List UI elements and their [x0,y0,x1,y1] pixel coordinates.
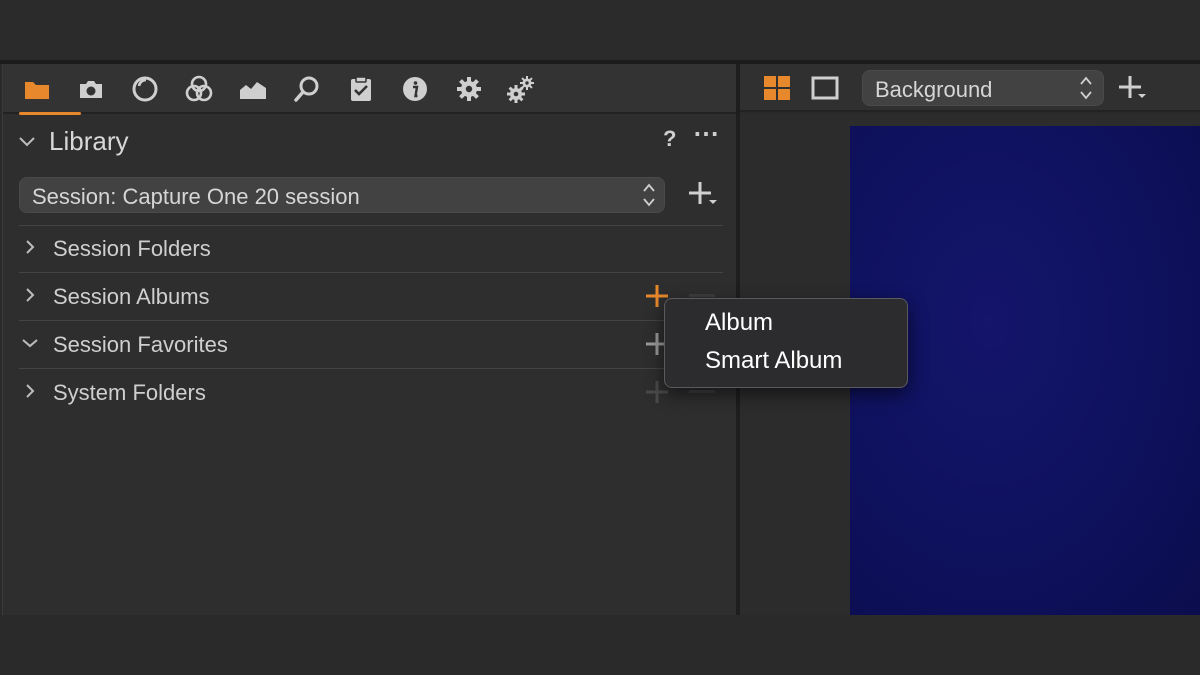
folder-icon [25,82,49,99]
session-select-value: Session: Capture One 20 session [32,184,360,209]
remove-album-button[interactable] [689,294,715,297]
clipboard-icon [351,76,371,101]
menu-item-album[interactable]: Album [705,309,773,337]
remove-system-folder-button[interactable] [689,390,715,393]
library-item-system-folders[interactable]: System Folders [3,370,737,416]
library-title: Library [49,126,129,156]
viewer-toolbar: Background [740,64,1200,112]
bottom-bar [0,615,1200,675]
add-session-button[interactable] [685,178,719,212]
exposure-icon [240,82,266,99]
tab-batch[interactable] [501,72,541,106]
library-item-session-folders[interactable]: Session Folders [3,226,737,272]
title-bar [0,0,1200,60]
library-item-label: Session Favorites [53,332,228,357]
library-item-label: System Folders [53,380,206,405]
chevron-right-icon [26,288,35,302]
tab-lens[interactable] [125,72,165,106]
grid-view-icon[interactable] [762,74,792,104]
tab-metadata[interactable] [395,72,435,106]
tab-output[interactable] [449,72,489,106]
session-select[interactable]: Session: Capture One 20 session [19,177,665,213]
separator [19,320,723,321]
gear-icon [457,77,481,101]
plus-icon [689,182,717,204]
lens-icon [132,76,158,102]
menu-item-smart-album[interactable]: Smart Album [705,347,842,375]
more-options-button[interactable]: ⋯ [693,118,720,149]
plus-icon [1119,76,1146,98]
info-icon [403,77,427,101]
add-album-menu: Album Smart Album [664,298,908,388]
library-header: Library ? ⋯ [3,116,737,166]
library-item-session-albums[interactable]: Session Albums [3,274,737,320]
library-item-label: Session Folders [53,236,211,261]
tab-details[interactable] [287,72,327,106]
help-button[interactable]: ? [663,126,676,152]
tool-panel: Library ? ⋯ Session: Capture One 20 sess… [2,64,737,615]
color-icon [185,75,213,102]
separator [19,272,723,273]
tab-color[interactable] [179,72,219,106]
add-viewer-button[interactable] [1116,72,1148,104]
library-item-session-favorites[interactable]: Session Favorites [3,322,737,368]
tab-library[interactable] [17,72,57,106]
separator [19,368,723,369]
chevron-right-icon [26,384,35,398]
tab-exposure[interactable] [233,72,273,106]
tab-adjustments[interactable] [341,72,381,106]
chevron-right-icon [26,240,35,254]
single-view-icon[interactable] [810,74,840,104]
background-select-value: Background [875,77,993,102]
tab-capture[interactable] [71,72,111,106]
active-tab-indicator [19,112,81,115]
chevron-down-icon[interactable] [17,132,37,152]
gears-icon [507,76,534,103]
background-select[interactable]: Background [862,70,1104,106]
tool-tabs-bar [3,64,737,115]
chevron-down-icon [22,339,38,348]
up-down-arrows-icon [643,183,655,207]
up-down-arrows-icon [1080,76,1092,100]
library-item-label: Session Albums [53,284,210,309]
magnifier-icon [294,76,319,102]
camera-icon [80,81,102,98]
